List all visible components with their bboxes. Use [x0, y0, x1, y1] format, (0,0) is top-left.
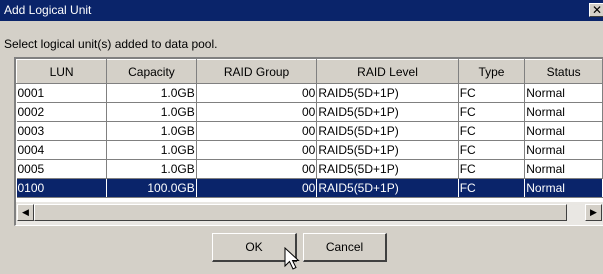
cancel-button[interactable]: Cancel [303, 233, 387, 262]
column-header-lun[interactable]: LUN [16, 59, 108, 84]
column-header-status[interactable]: Status [524, 59, 603, 84]
scroll-left-button[interactable]: ◀ [17, 204, 34, 221]
mouse-pointer-icon [284, 247, 300, 270]
arrow-right-icon: ▶ [590, 207, 597, 217]
title-bar: Add Logical Unit ✕ [0, 0, 603, 21]
cell-raid-level: RAID5(5D+1P) [316, 121, 459, 141]
window-title: Add Logical Unit [4, 3, 92, 17]
cell-raid-level: RAID5(5D+1P) [316, 102, 459, 122]
close-icon: ✕ [591, 3, 603, 17]
cell-lun: 0004 [16, 140, 108, 160]
cell-capacity: 1.0GB [106, 83, 197, 103]
cell-raid-group: 00 [196, 140, 318, 160]
cell-type: FC [458, 178, 526, 198]
cell-capacity: 1.0GB [106, 140, 197, 160]
table-row-selected[interactable]: 0100 100.0GB 00 RAID5(5D+1P) FC Normal [16, 178, 603, 198]
cell-type: FC [458, 83, 526, 103]
table-row[interactable]: 0005 1.0GB 00 RAID5(5D+1P) FC Normal [16, 159, 603, 179]
cell-raid-group: 00 [196, 102, 318, 122]
cell-raid-group: 00 [196, 159, 318, 179]
cell-type: FC [458, 102, 526, 122]
cell-lun: 0001 [16, 83, 108, 103]
instruction-text: Select logical unit(s) added to data poo… [4, 37, 218, 51]
table-row[interactable]: 0002 1.0GB 00 RAID5(5D+1P) FC Normal [16, 102, 603, 122]
cell-type: FC [458, 121, 526, 141]
column-header-raid-level[interactable]: RAID Level [316, 59, 459, 84]
scroll-right-button[interactable]: ▶ [585, 204, 602, 221]
cell-capacity: 1.0GB [106, 102, 197, 122]
cell-status: Normal [524, 159, 603, 179]
cell-raid-group: 00 [196, 83, 318, 103]
cell-type: FC [458, 159, 526, 179]
cell-raid-level: RAID5(5D+1P) [316, 159, 459, 179]
cell-status: Normal [524, 121, 603, 141]
cell-raid-level: RAID5(5D+1P) [316, 83, 459, 103]
cell-capacity: 100.0GB [106, 178, 197, 198]
table-row[interactable]: 0003 1.0GB 00 RAID5(5D+1P) FC Normal [16, 121, 603, 141]
table-row[interactable]: 0004 1.0GB 00 RAID5(5D+1P) FC Normal [16, 140, 603, 160]
cell-lun: 0002 [16, 102, 108, 122]
arrow-left-icon: ◀ [22, 207, 29, 217]
cell-capacity: 1.0GB [106, 159, 197, 179]
column-header-type[interactable]: Type [457, 59, 526, 84]
cell-raid-group: 00 [196, 121, 318, 141]
cell-lun: 0100 [16, 178, 108, 198]
logical-unit-table: LUN Capacity RAID Group RAID Level Type … [14, 57, 603, 226]
cell-capacity: 1.0GB [106, 121, 197, 141]
cell-raid-level: RAID5(5D+1P) [316, 140, 459, 160]
cell-raid-level: RAID5(5D+1P) [316, 178, 459, 198]
column-header-capacity[interactable]: Capacity [106, 59, 197, 84]
close-button[interactable]: ✕ [589, 3, 603, 17]
table-row[interactable]: 0001 1.0GB 00 RAID5(5D+1P) FC Normal [16, 83, 603, 103]
scroll-thumb[interactable] [34, 204, 567, 221]
column-header-raid-group[interactable]: RAID Group [195, 59, 318, 84]
cell-lun: 0003 [16, 121, 108, 141]
cell-status: Normal [524, 83, 603, 103]
horizontal-scrollbar[interactable]: ◀ ▶ [16, 202, 603, 225]
table-header-row: LUN Capacity RAID Group RAID Level Type … [16, 59, 603, 84]
cell-type: FC [458, 140, 526, 160]
cell-raid-group: 00 [196, 178, 318, 198]
cell-status: Normal [524, 102, 603, 122]
cell-lun: 0005 [16, 159, 108, 179]
cell-status: Normal [524, 178, 603, 198]
cell-status: Normal [524, 140, 603, 160]
